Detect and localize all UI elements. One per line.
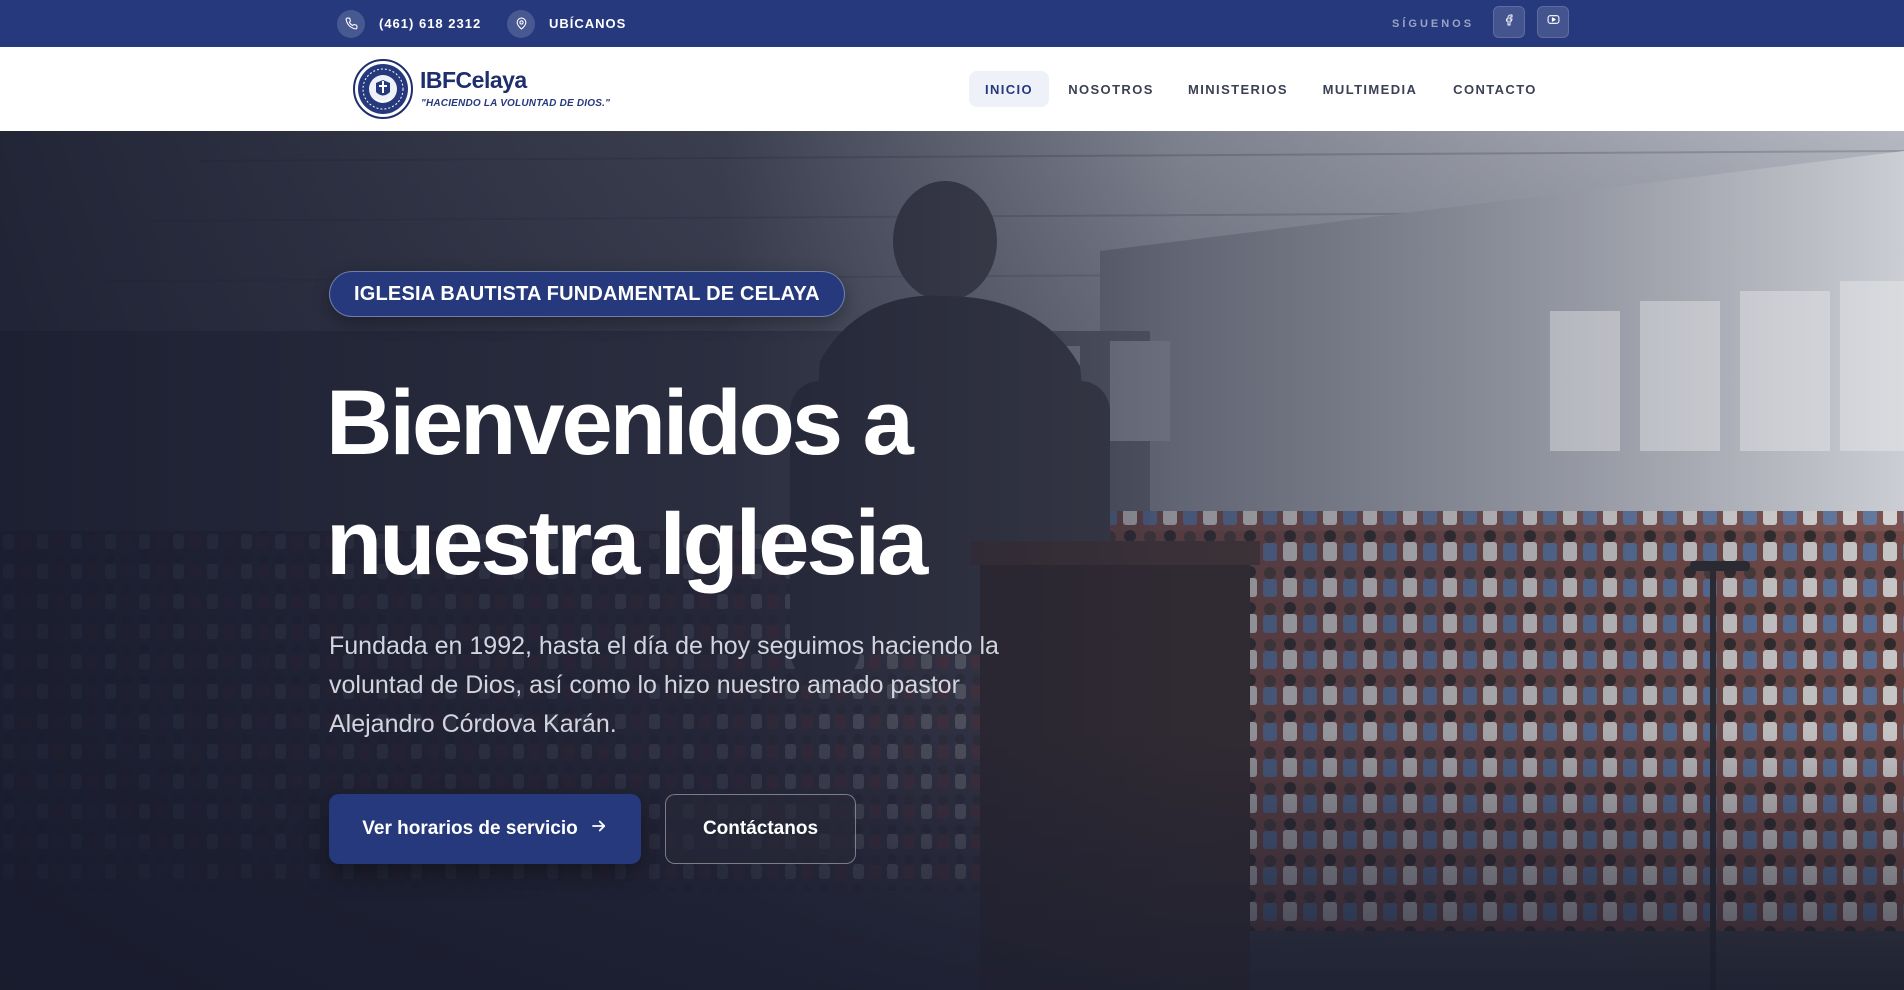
brand-name[interactable]: IBFCelaya — [420, 67, 527, 94]
brand-tagline: "HACIENDO LA VOLUNTAD DE DIOS." — [421, 98, 611, 109]
phone-icon — [337, 9, 365, 38]
nav-item-multimedia[interactable]: MULTIMEDIA — [1312, 71, 1428, 107]
hero-section: IGLESIA BAUTISTA FUNDAMENTAL DE CELAYA B… — [0, 131, 1904, 990]
service-times-button[interactable]: Ver horarios de servicio — [329, 794, 641, 864]
phone-link[interactable]: (461) 618 2312 — [337, 0, 481, 47]
nav-item-contacto[interactable]: CONTACTO — [1444, 71, 1546, 107]
facebook-button[interactable] — [1493, 6, 1525, 38]
service-times-label: Ver horarios de servicio — [362, 818, 578, 839]
follow-label: SÍGUENOS — [1392, 17, 1475, 30]
nav-item-ministerios[interactable]: MINISTERIOS — [1178, 71, 1298, 107]
hero-title-line1: Bienvenidos a — [326, 372, 914, 474]
nav-item-inicio[interactable]: INICIO — [969, 71, 1049, 107]
church-seal-logo[interactable] — [353, 59, 413, 119]
contact-button[interactable]: Contáctanos — [665, 794, 856, 864]
facebook-icon — [1503, 13, 1515, 32]
hero-title: Bienvenidos a nuestra Iglesia — [326, 363, 1026, 603]
top-bar: (461) 618 2312 UBÍCANOS SÍGUENOS — [0, 0, 1904, 47]
arrow-right-icon — [590, 817, 608, 841]
phone-number: (461) 618 2312 — [379, 16, 482, 31]
hero-title-line2: nuestra Iglesia — [326, 492, 928, 594]
location-link[interactable]: UBÍCANOS — [507, 0, 626, 47]
location-label: UBÍCANOS — [549, 16, 627, 31]
youtube-icon — [1546, 13, 1561, 31]
nav-item-nosotros[interactable]: NOSOTROS — [1056, 71, 1166, 107]
map-pin-icon — [507, 9, 535, 38]
hero-subtitle: Fundada en 1992, hasta el día de hoy seg… — [329, 632, 999, 738]
youtube-button[interactable] — [1537, 6, 1569, 38]
main-navbar: IBFCelaya "HACIENDO LA VOLUNTAD DE DIOS.… — [0, 47, 1904, 131]
church-name-badge: IGLESIA BAUTISTA FUNDAMENTAL DE CELAYA — [329, 271, 845, 317]
